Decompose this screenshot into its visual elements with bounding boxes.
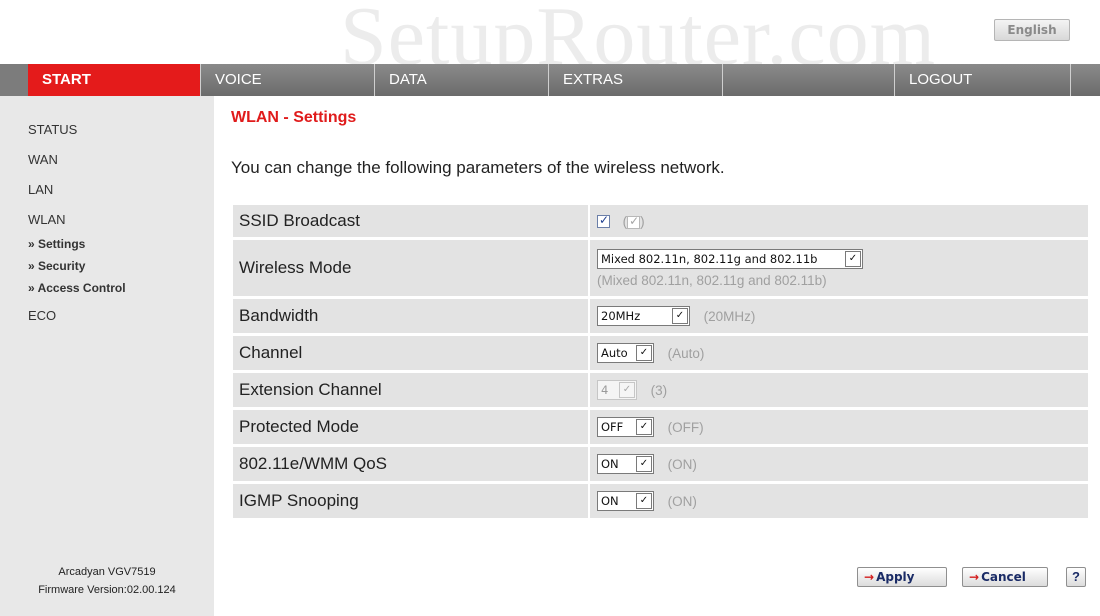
arrow-right-icon: → bbox=[864, 570, 875, 584]
protected-mode-cell: OFF ✓ (OFF) bbox=[588, 410, 1088, 444]
chevron-down-icon: ✓ bbox=[672, 308, 688, 324]
table-row: Extension Channel 4 ✓ (3) bbox=[233, 373, 1088, 407]
chevron-down-icon: ✓ bbox=[636, 345, 652, 361]
ssid-broadcast-cell: () bbox=[588, 205, 1088, 237]
sidebar-item-wan[interactable]: WAN bbox=[28, 152, 58, 167]
sidebar-item-wlan[interactable]: WLAN bbox=[28, 212, 66, 227]
cancel-button-label: Cancel bbox=[981, 570, 1026, 584]
wmm-qos-current: (ON) bbox=[667, 456, 697, 472]
wmm-qos-value: ON bbox=[601, 457, 619, 471]
main-content: WLAN - Settings You can change the follo… bbox=[214, 96, 1100, 616]
ssid-broadcast-current: () bbox=[623, 214, 645, 229]
page-title: WLAN - Settings bbox=[231, 109, 357, 126]
protected-mode-select[interactable]: OFF ✓ bbox=[597, 417, 654, 437]
chevron-down-icon: ✓ bbox=[636, 419, 652, 435]
table-row: SSID Broadcast () bbox=[233, 205, 1088, 237]
intro-text: You can change the following parameters … bbox=[231, 158, 725, 177]
nav-tab-empty bbox=[722, 64, 894, 96]
help-button[interactable]: ? bbox=[1066, 567, 1086, 587]
table-row: Bandwidth 20MHz ✓ (20MHz) bbox=[233, 299, 1088, 333]
sidebar-subitem-access-control[interactable]: » Access Control bbox=[28, 281, 126, 295]
protected-mode-current: (OFF) bbox=[667, 419, 704, 435]
nav-tab-voice[interactable]: VOICE bbox=[200, 64, 374, 96]
bandwidth-cell: 20MHz ✓ (20MHz) bbox=[588, 299, 1088, 333]
apply-button-label: Apply bbox=[876, 570, 915, 584]
extension-channel-label: Extension Channel bbox=[233, 373, 588, 407]
table-row: IGMP Snooping ON ✓ (ON) bbox=[233, 484, 1088, 518]
extension-channel-select: 4 ✓ bbox=[597, 380, 637, 400]
ssid-broadcast-checkbox[interactable] bbox=[597, 213, 610, 229]
wmm-qos-label: 802.11e/WMM QoS bbox=[233, 447, 588, 481]
bandwidth-label: Bandwidth bbox=[233, 299, 588, 333]
igmp-snooping-current: (ON) bbox=[667, 493, 697, 509]
apply-button[interactable]: → Apply bbox=[857, 567, 947, 587]
chevron-down-icon: ✓ bbox=[619, 382, 635, 398]
chevron-down-icon: ✓ bbox=[636, 493, 652, 509]
wireless-mode-cell: Mixed 802.11n, 802.11g and 802.11b ✓ (Mix… bbox=[588, 240, 1088, 296]
language-button[interactable]: English bbox=[994, 19, 1070, 41]
nav-tab-data[interactable]: DATA bbox=[374, 64, 548, 96]
table-row: 802.11e/WMM QoS ON ✓ (ON) bbox=[233, 447, 1088, 481]
extension-channel-current: (3) bbox=[650, 382, 668, 398]
device-model: Arcadyan VGV7519 bbox=[58, 566, 156, 578]
firmware-version: Firmware Version:02.00.124 bbox=[38, 584, 176, 596]
table-row: Protected Mode OFF ✓ (OFF) bbox=[233, 410, 1088, 444]
ssid-broadcast-label: SSID Broadcast bbox=[233, 205, 588, 237]
nav-left-pad bbox=[0, 64, 28, 96]
cancel-button[interactable]: → Cancel bbox=[962, 567, 1048, 587]
igmp-snooping-select[interactable]: ON ✓ bbox=[597, 491, 654, 511]
top-navigation: START VOICE DATA EXTRAS LOGOUT bbox=[0, 64, 1100, 96]
wlan-settings-table: SSID Broadcast () Wireless Mode Mixed 80… bbox=[233, 202, 1088, 521]
sidebar-item-eco[interactable]: ECO bbox=[28, 308, 56, 323]
bandwidth-value: 20MHz bbox=[601, 309, 641, 323]
protected-mode-label: Protected Mode bbox=[233, 410, 588, 444]
table-row: Channel Auto ✓ (Auto) bbox=[233, 336, 1088, 370]
ssid-current-close: ) bbox=[640, 214, 645, 230]
nav-tab-end bbox=[1070, 64, 1100, 96]
wireless-mode-current: (Mixed 802.11n, 802.11g and 802.11b) bbox=[597, 272, 827, 288]
sidebar-item-status[interactable]: STATUS bbox=[28, 122, 77, 137]
channel-select[interactable]: Auto ✓ bbox=[597, 343, 654, 363]
extension-channel-cell: 4 ✓ (3) bbox=[588, 373, 1088, 407]
table-row: Wireless Mode Mixed 802.11n, 802.11g and… bbox=[233, 240, 1088, 296]
sidebar-subitem-settings[interactable]: » Settings bbox=[28, 237, 85, 251]
igmp-snooping-cell: ON ✓ (ON) bbox=[588, 484, 1088, 518]
ssid-broadcast-current-checkbox bbox=[627, 214, 641, 229]
igmp-snooping-label: IGMP Snooping bbox=[233, 484, 588, 518]
channel-cell: Auto ✓ (Auto) bbox=[588, 336, 1088, 370]
sidebar-item-lan[interactable]: LAN bbox=[28, 182, 53, 197]
channel-current: (Auto) bbox=[667, 345, 705, 361]
chevron-down-icon: ✓ bbox=[845, 250, 861, 267]
igmp-snooping-value: ON bbox=[601, 494, 619, 508]
chevron-down-icon: ✓ bbox=[636, 456, 652, 472]
channel-label: Channel bbox=[233, 336, 588, 370]
wireless-mode-label: Wireless Mode bbox=[233, 240, 588, 296]
nav-tab-start[interactable]: START bbox=[28, 64, 200, 96]
nav-tab-extras[interactable]: EXTRAS bbox=[548, 64, 722, 96]
arrow-right-icon: → bbox=[969, 570, 980, 584]
extension-channel-value: 4 bbox=[601, 383, 609, 397]
sidebar-subitem-security[interactable]: » Security bbox=[28, 259, 85, 273]
channel-value: Auto bbox=[601, 346, 628, 360]
wmm-qos-cell: ON ✓ (ON) bbox=[588, 447, 1088, 481]
wmm-qos-select[interactable]: ON ✓ bbox=[597, 454, 654, 474]
sidebar: STATUS WAN LAN WLAN » Settings » Securit… bbox=[0, 96, 214, 616]
bandwidth-select[interactable]: 20MHz ✓ bbox=[597, 306, 690, 326]
nav-tab-logout[interactable]: LOGOUT bbox=[894, 64, 1070, 96]
wireless-mode-value: Mixed 802.11n, 802.11g and 802.11b bbox=[601, 251, 818, 266]
protected-mode-value: OFF bbox=[601, 420, 624, 434]
wireless-mode-select[interactable]: Mixed 802.11n, 802.11g and 802.11b ✓ bbox=[597, 248, 863, 269]
bandwidth-current: (20MHz) bbox=[703, 308, 756, 324]
